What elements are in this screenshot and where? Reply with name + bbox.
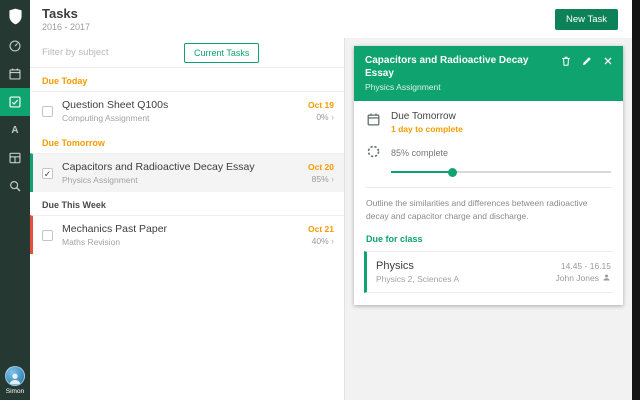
new-task-button[interactable]: New Task (554, 8, 618, 30)
calendar-icon (366, 112, 381, 127)
class-meta: 14.45 - 16.15 John Jones (556, 261, 611, 283)
due-note: 1 day to complete (391, 124, 463, 134)
sidebar-nav: A (0, 32, 30, 200)
task-item-selected[interactable]: ✓ Capacitors and Radioactive Decay Essay… (30, 153, 344, 192)
progress-label: 85% complete (391, 148, 449, 158)
chevron-right-icon[interactable]: › (331, 174, 334, 184)
detail-title: Capacitors and Radioactive Decay Essay (365, 55, 529, 79)
tasks-check-icon (8, 95, 22, 109)
detail-body: Due Tomorrow 1 day to complete 85% compl… (354, 101, 623, 305)
page-title-block: Tasks 2016 - 2017 (42, 6, 90, 32)
task-title: Question Sheet Q100s (62, 99, 169, 111)
filter-row: Current Tasks (30, 38, 344, 68)
class-subtitle: Physics 2, Sciences A (376, 273, 460, 284)
schedule-icon (8, 151, 22, 165)
task-meta: Oct 21 40% › (308, 224, 334, 246)
task-item[interactable]: Mechanics Past Paper Maths Revision Oct … (30, 215, 344, 254)
task-progress: 85% › (311, 174, 334, 184)
task-meta: Oct 20 85% › (308, 162, 334, 184)
section-label-due-tomorrow: Due Tomorrow (42, 138, 105, 148)
slider-fill (391, 171, 453, 173)
due-text: Due Tomorrow 1 day to complete (391, 111, 463, 134)
sidebar-item-tasks[interactable] (0, 88, 30, 116)
detail-header: Capacitors and Radioactive Decay Essay P… (354, 46, 623, 101)
task-subtitle: Computing Assignment (62, 113, 150, 123)
app-window: A Simon Tasks 2016 - 2017 New Task Filte… (0, 0, 640, 400)
task-title: Capacitors and Radioactive Decay Essay (62, 161, 255, 173)
class-time: 14.45 - 16.15 (560, 260, 611, 271)
due-label: Due Tomorrow (391, 111, 456, 122)
edit-icon[interactable] (581, 55, 593, 67)
sidebar-item-search[interactable] (0, 172, 30, 200)
task-text: Capacitors and Radioactive Decay Essay P… (62, 161, 300, 185)
filter-input[interactable] (42, 47, 184, 58)
sidebar: A Simon (0, 0, 30, 400)
task-subtitle: Maths Revision (62, 237, 121, 247)
close-icon[interactable] (602, 55, 614, 67)
task-detail-area: Capacitors and Radioactive Decay Essay P… (345, 38, 632, 400)
task-subtitle: Physics Assignment (62, 175, 138, 185)
task-checkbox[interactable] (42, 105, 53, 117)
class-item[interactable]: Physics Physics 2, Sciences A 14.45 - 16… (364, 250, 613, 293)
task-progress: 0% › (316, 112, 334, 122)
current-tasks-filter-button[interactable]: Current Tasks (184, 42, 260, 63)
detail-actions (560, 55, 614, 67)
task-meta: Oct 19 0% › (308, 100, 334, 122)
chevron-right-icon[interactable]: › (331, 236, 334, 246)
avatar[interactable] (5, 366, 25, 386)
task-list-panel: Current Tasks Due Today Question Sheet Q… (30, 38, 345, 400)
screen-edge-strip (632, 0, 640, 400)
dashboard-icon (8, 39, 22, 53)
class-text: Physics Physics 2, Sciences A (376, 260, 556, 284)
detail-subtitle: Physics Assignment (365, 82, 441, 92)
sidebar-item-exams[interactable]: A (0, 116, 30, 144)
search-icon (8, 179, 22, 193)
svg-text:A: A (11, 125, 18, 136)
page-title: Tasks (42, 6, 78, 22)
task-progress: 40% › (311, 236, 334, 246)
delete-icon[interactable] (560, 55, 572, 67)
progress-circle-icon (366, 144, 381, 159)
divider (366, 187, 611, 188)
task-item[interactable]: Question Sheet Q100s Computing Assignmen… (30, 91, 344, 130)
chevron-right-icon[interactable]: › (331, 112, 334, 122)
task-due-date: Oct 21 (308, 224, 334, 234)
user-name: Simon (5, 388, 25, 395)
section-label-due-this-week: Due This Week (42, 200, 106, 210)
task-due-date: Oct 19 (308, 100, 334, 110)
task-text: Question Sheet Q100s Computing Assignmen… (62, 99, 300, 123)
calendar-icon (8, 67, 22, 81)
task-text: Mechanics Past Paper Maths Revision (62, 223, 300, 247)
sidebar-item-dashboard[interactable] (0, 32, 30, 60)
person-icon (9, 373, 21, 385)
task-due-date: Oct 20 (308, 162, 334, 172)
task-checkbox[interactable] (42, 229, 53, 241)
page-header: Tasks 2016 - 2017 New Task (30, 0, 632, 38)
app-logo (0, 0, 30, 32)
progress-slider[interactable] (391, 166, 611, 178)
content: Current Tasks Due Today Question Sheet Q… (30, 38, 632, 400)
person-icon (603, 274, 610, 280)
slider-handle[interactable] (448, 167, 458, 177)
progress-block: 85% complete (391, 143, 611, 178)
due-for-class-label: Due for class (366, 233, 423, 244)
section-label-due-today: Due Today (42, 76, 88, 86)
task-description: Outline the similarities and differences… (366, 198, 588, 221)
task-title: Mechanics Past Paper (62, 223, 168, 235)
sidebar-item-schedule[interactable] (0, 144, 30, 172)
task-checkbox-checked[interactable]: ✓ (42, 167, 53, 179)
user-profile[interactable]: Simon (0, 366, 30, 395)
task-detail-card: Capacitors and Radioactive Decay Essay P… (354, 46, 623, 305)
shield-logo-icon (8, 8, 23, 25)
class-title: Physics (376, 259, 414, 272)
sidebar-item-calendar[interactable] (0, 60, 30, 88)
exams-icon: A (8, 123, 22, 137)
page-subtitle: 2016 - 2017 (42, 21, 91, 32)
due-row: Due Tomorrow 1 day to complete (366, 111, 611, 134)
progress-row: 85% complete (366, 143, 611, 178)
main-area: Tasks 2016 - 2017 New Task Current Tasks… (30, 0, 632, 400)
class-teacher: John Jones (556, 273, 611, 283)
